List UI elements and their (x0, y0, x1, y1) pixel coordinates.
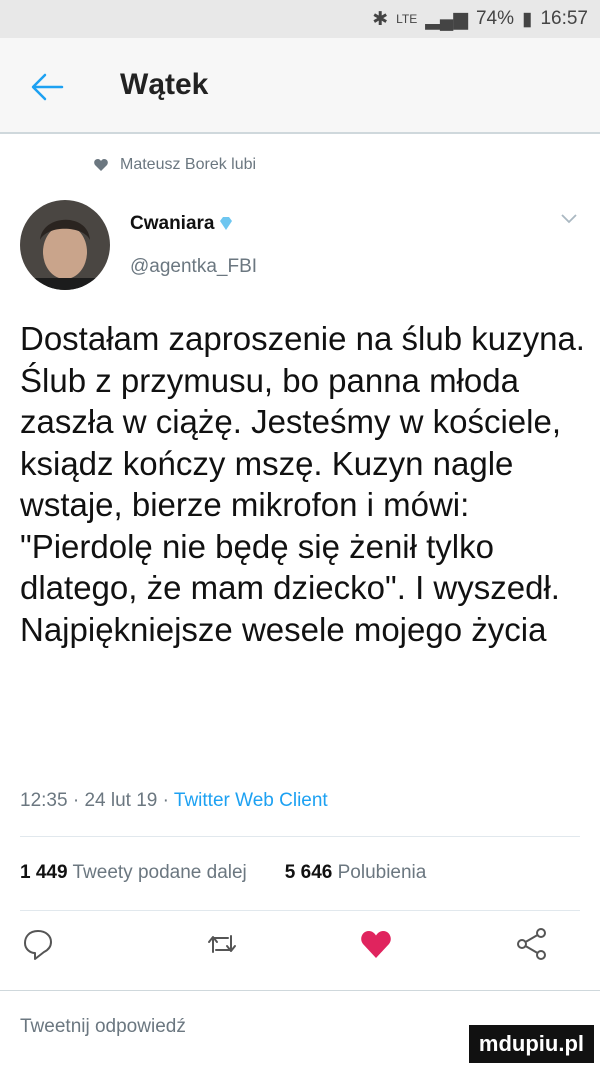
diamond-icon (220, 217, 233, 230)
avatar-image (20, 200, 110, 290)
retweet-icon[interactable] (204, 926, 240, 962)
battery-icon: ▮ (521, 8, 533, 30)
bluetooth-icon: ✱ (372, 8, 389, 30)
back-arrow-icon[interactable] (30, 72, 64, 102)
reply-icon[interactable] (20, 926, 56, 962)
app-bar: Wątek (0, 38, 600, 134)
watermark-logo: mdupiu.pl (468, 1025, 594, 1063)
share-icon[interactable] (514, 926, 550, 962)
liked-by-text: Mateusz Borek lubi (120, 156, 257, 173)
social-context: Mateusz Borek lubi (94, 156, 256, 174)
author-handle[interactable]: @agentka_FBI (130, 256, 257, 278)
heart-icon (94, 159, 108, 171)
tweet-meta: 12:35 · 24 lut 19 · Twitter Web Client (20, 790, 328, 812)
divider (20, 910, 580, 911)
author-name-row[interactable]: Cwaniara (130, 213, 234, 235)
signal-icon: ▂▄▆ (425, 8, 468, 30)
like-icon[interactable] (358, 926, 394, 962)
lte-indicator: LTE (396, 12, 418, 26)
chevron-down-icon[interactable] (560, 213, 578, 225)
likes-stat[interactable]: 5 646 Polubienia (285, 862, 427, 884)
tweet-date: 24 lut 19 (84, 790, 158, 811)
meta-separator: · (162, 790, 169, 811)
likes-count: 5 646 (284, 862, 333, 883)
tweet-client-link[interactable]: Twitter Web Client (174, 790, 328, 811)
author-name: Cwaniara (130, 213, 215, 234)
clock: 16:57 (540, 8, 588, 29)
meta-separator: · (72, 790, 80, 811)
divider (20, 836, 580, 837)
retweets-label: Tweety podane dalej (72, 862, 247, 883)
tweet-text: Dostałam zaproszenie na ślub kuzyna. Ślu… (20, 320, 585, 648)
reply-input[interactable]: Tweetnij odpowiedź (20, 1016, 186, 1038)
tweet-time: 12:35 (20, 790, 68, 811)
avatar[interactable] (20, 200, 110, 290)
tweet-stats: 1 449 Tweety podane dalej 5 646 Polubien… (20, 862, 426, 884)
battery-percent: 74% (475, 8, 514, 29)
status-bar: ✱ LTE ▂▄▆ 74% ▮ 16:57 (0, 0, 600, 38)
retweets-stat[interactable]: 1 449 Tweety podane dalej (20, 862, 247, 884)
likes-label: Polubienia (337, 862, 427, 883)
retweets-count: 1 449 (20, 862, 68, 883)
page-title: Wątek (120, 68, 209, 101)
